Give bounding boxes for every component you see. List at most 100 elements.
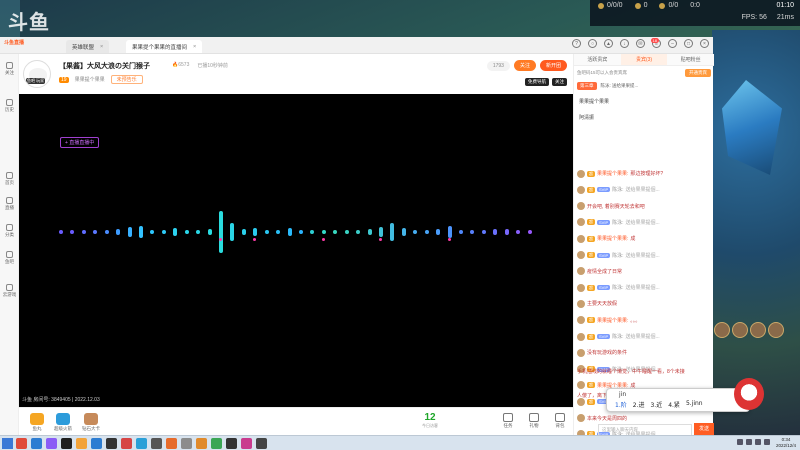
sidebar-item-live[interactable]: 直播 xyxy=(0,197,19,211)
free-nav-tag[interactable]: 免费导航 xyxy=(525,78,549,86)
help-icon[interactable]: ? xyxy=(572,39,581,48)
subscribe-button[interactable]: 新开团 xyxy=(539,60,567,71)
tab-lol[interactable]: 英雄联盟 × xyxy=(66,40,110,53)
chat-username[interactable]: 陈泳: xyxy=(612,186,623,193)
user-avatar-icon[interactable] xyxy=(577,316,585,325)
notification-badge: 18 xyxy=(650,38,659,43)
live-float-tag[interactable]: + 直播直播中 xyxy=(60,137,100,148)
gift-rocket[interactable]: 超级火箭 xyxy=(53,413,73,432)
chat-username[interactable]: 陈泳: xyxy=(612,333,623,340)
close-icon[interactable]: × xyxy=(193,44,196,50)
tray-icon[interactable] xyxy=(737,439,743,445)
sidebar-item-category[interactable]: 分类 xyxy=(0,224,19,238)
ime-candidate[interactable]: 5.jinn xyxy=(686,400,703,409)
user-avatar-icon[interactable] xyxy=(577,381,585,390)
tab-room[interactable]: 果果提个果果的直播间 × xyxy=(126,40,203,53)
minimize-icon[interactable]: – xyxy=(668,39,677,48)
user-avatar-icon[interactable] xyxy=(577,251,585,259)
network-icon[interactable] xyxy=(764,439,770,445)
anchor-name[interactable]: 果果提个果果 xyxy=(75,76,105,83)
visualizer-bar xyxy=(241,229,246,235)
taskbar-clock[interactable]: 0:34 2022/12/4 xyxy=(776,437,796,449)
user-avatar-icon[interactable] xyxy=(577,283,585,292)
close-icon[interactable]: × xyxy=(100,44,103,50)
windows-start-icon[interactable] xyxy=(2,438,13,449)
taskbar-app-icon[interactable] xyxy=(46,438,57,449)
tab-active-vip[interactable]: 活跃贵宾 xyxy=(574,54,621,65)
task-button[interactable]: 任务 xyxy=(499,413,517,429)
taskbar-app-icon[interactable] xyxy=(106,438,117,449)
chat-username[interactable]: 陈泳: xyxy=(612,252,623,259)
chat-text: 成 xyxy=(630,236,636,243)
backpack-button[interactable]: 背包 xyxy=(551,413,569,429)
taskbar-app-icon[interactable] xyxy=(241,438,252,449)
sidebar-item-cloudgame[interactable]: 云游戏 xyxy=(0,284,19,298)
ime-candidate[interactable]: 2.进 xyxy=(633,400,645,409)
maximize-icon[interactable]: □ xyxy=(684,39,693,48)
volume-icon[interactable] xyxy=(755,439,761,445)
chat-username[interactable]: 陈泳: xyxy=(612,219,623,226)
sidebar-item-home[interactable]: 首页 xyxy=(0,172,19,186)
ime-candidate[interactable]: 3.近 xyxy=(650,400,662,409)
chat-username[interactable]: 果果提个果果: xyxy=(597,170,628,177)
taskbar-app-icon[interactable] xyxy=(196,438,207,449)
user-avatar-icon[interactable] xyxy=(577,414,585,422)
window-close-icon[interactable]: × xyxy=(700,39,709,48)
tab-vip[interactable]: 贵宾(3) xyxy=(620,54,668,65)
user-avatar-icon[interactable] xyxy=(577,267,585,276)
chat-username[interactable]: 果果提个果果: xyxy=(597,235,628,242)
follow-button[interactable]: 关注 xyxy=(513,60,536,71)
visualizer-bar xyxy=(93,230,98,234)
user-avatar-icon[interactable] xyxy=(577,299,585,308)
video-player[interactable]: + 直播直播中 斗鱼 房间号: 3849405 | 2022.12.03 xyxy=(19,94,573,407)
chat-input[interactable]: 这里输入聊天内容 xyxy=(598,423,692,436)
gift-diamond-card[interactable]: 钻石大卡 xyxy=(81,413,101,432)
ime-mascot-icon[interactable] xyxy=(734,378,764,410)
shirt-icon[interactable]: ▲ xyxy=(604,39,613,48)
join-vip-button[interactable]: 开通贵宾 xyxy=(685,69,711,77)
taskbar-app-icon[interactable] xyxy=(91,438,102,449)
ime-candidate[interactable]: 4.紧 xyxy=(668,400,680,409)
user-avatar-icon[interactable] xyxy=(577,202,585,211)
follow-tag[interactable]: 关注 xyxy=(552,78,567,86)
gift-fishball[interactable]: 鱼丸 xyxy=(27,413,47,432)
taskbar-app-icon[interactable] xyxy=(16,438,27,449)
gift-button[interactable]: 礼物 xyxy=(525,413,543,429)
sidebar-item-history[interactable]: 历史 xyxy=(0,99,19,113)
tray-icon[interactable] xyxy=(746,439,752,445)
live-status: 已播10秒钟前 xyxy=(197,63,228,69)
user-avatar-icon[interactable] xyxy=(577,348,585,357)
sidebar-item-fishbar[interactable]: 鱼吧 xyxy=(0,251,19,265)
sidebar-item-follow[interactable]: 关注 xyxy=(0,62,19,76)
taskbar-app-icon[interactable] xyxy=(31,438,42,449)
taskbar-app-icon[interactable] xyxy=(121,438,132,449)
chat-username[interactable]: 果果提个果果: xyxy=(597,317,628,324)
taskbar-app-icon[interactable] xyxy=(61,438,72,449)
taskbar-app-icon[interactable] xyxy=(136,438,147,449)
user-avatar-icon[interactable] xyxy=(577,234,585,243)
svip-badge: SVIP xyxy=(597,187,611,193)
taskbar-app-icon[interactable] xyxy=(256,438,267,449)
user-avatar-icon[interactable] xyxy=(577,332,585,341)
user-avatar-icon[interactable] xyxy=(577,169,585,178)
room-tag[interactable]: 未预告乐 xyxy=(110,75,143,84)
douyu-app-logo[interactable]: 斗鱼直播 xyxy=(4,39,26,52)
taskbar-app-icon[interactable] xyxy=(166,438,177,449)
tab-fans[interactable]: 贴吧粉丝 xyxy=(667,54,714,65)
taskbar-app-icon[interactable] xyxy=(181,438,192,449)
user-avatar-icon[interactable] xyxy=(577,185,585,194)
ime-candidates: 1.阶 2.进 3.近 4.紧 5.jinn xyxy=(615,400,703,409)
anchor-avatar[interactable]: 鱼吧 玩家 xyxy=(23,60,51,88)
user-avatar-icon[interactable] xyxy=(577,218,585,227)
taskbar-app-icon[interactable] xyxy=(151,438,162,449)
chat-username[interactable]: 陈泳: xyxy=(612,284,623,291)
ime-candidate[interactable]: 1.阶 xyxy=(615,400,627,409)
download-icon[interactable]: ↓ xyxy=(620,39,629,48)
message-icon[interactable]: ✉ xyxy=(636,39,645,48)
taskbar-app-icon[interactable] xyxy=(76,438,87,449)
taskbar-app-icon[interactable] xyxy=(211,438,222,449)
chat-message: 超SVIP陈泳:送给果果提個... xyxy=(577,184,711,195)
bottom-right-actions: 任务 礼物 背包 xyxy=(499,413,569,429)
taskbar-app-icon[interactable] xyxy=(226,438,237,449)
avatar-small-icon[interactable]: ○ xyxy=(588,39,597,48)
